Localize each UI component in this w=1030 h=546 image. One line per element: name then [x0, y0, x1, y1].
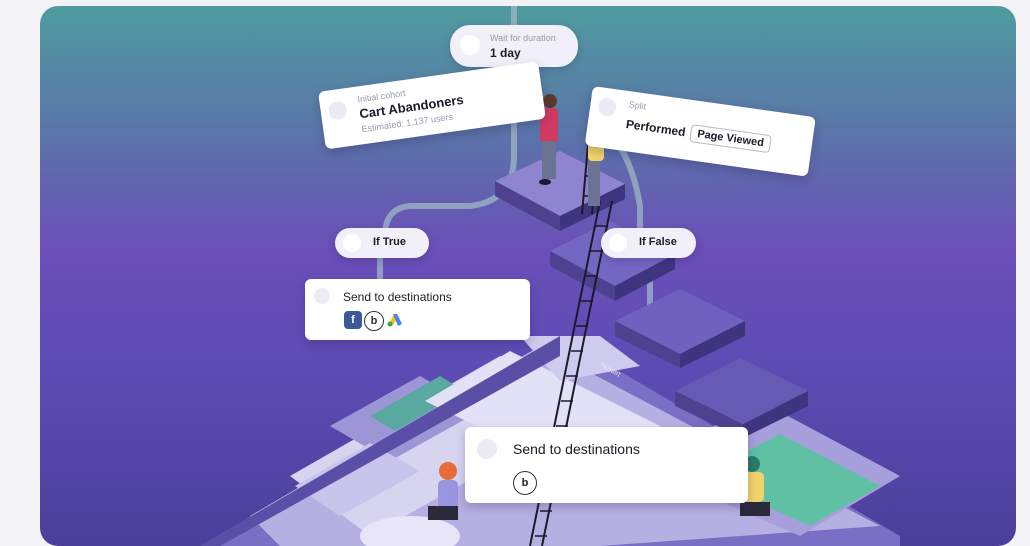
send-to-destinations-card-bottom[interactable]: Send to destinations b: [465, 427, 748, 503]
facebook-icon: f: [344, 311, 362, 329]
google-ads-icon: [386, 311, 404, 329]
send-to-destinations-card-left[interactable]: Send to destinations f b: [305, 279, 530, 340]
wait-for-duration-node[interactable]: Wait for duration 1 day: [450, 25, 578, 67]
wait-value: 1 day: [490, 46, 521, 60]
illustration-panel: Ncsstrt Wait for duration 1 day Initial …: [40, 6, 1016, 546]
node-status-dot: [327, 100, 348, 121]
split-label: Split: [628, 99, 647, 112]
split-event-badge[interactable]: Page Viewed: [689, 124, 772, 154]
node-status-dot: [460, 35, 480, 55]
if-true-branch[interactable]: If True: [335, 228, 429, 258]
segment-logo-icon: b: [364, 311, 384, 331]
node-status-dot: [314, 288, 330, 304]
node-status-dot: [477, 439, 497, 459]
split-title: Performed: [625, 117, 687, 140]
wait-label: Wait for duration: [490, 33, 556, 43]
node-status-dot: [597, 97, 618, 118]
if-false-label: If False: [639, 236, 677, 248]
destination-icons: f b: [344, 311, 404, 331]
dest-bottom-title: Send to destinations: [513, 441, 640, 457]
segment-logo-icon: b: [513, 471, 537, 495]
dest-left-title: Send to destinations: [343, 290, 452, 304]
if-false-branch[interactable]: If False: [601, 228, 696, 258]
branch-dot: [609, 234, 627, 252]
if-true-label: If True: [373, 236, 407, 248]
branch-dot: [343, 234, 361, 252]
